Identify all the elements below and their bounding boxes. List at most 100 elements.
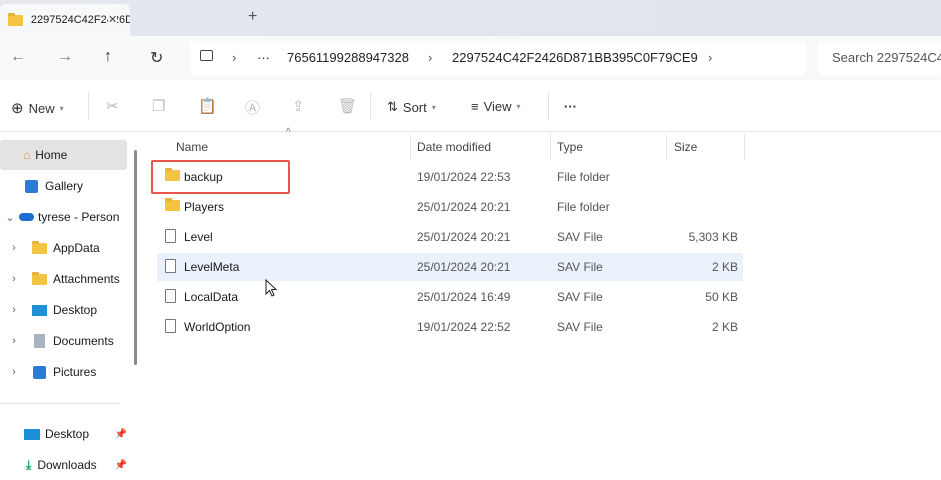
sidebar-scrollbar[interactable]	[134, 150, 137, 365]
back-button[interactable]: ←	[10, 48, 26, 66]
column-header-type[interactable]: Type	[557, 140, 583, 154]
paste-icon[interactable]: 📋	[198, 97, 217, 115]
new-tab-button[interactable]: +	[248, 8, 257, 26]
file-date: 25/01/2024 20:21	[417, 230, 511, 244]
refresh-button[interactable]: ↻	[150, 48, 163, 68]
sidebar-item-label: AppData	[53, 241, 100, 255]
sidebar-item-desktop-pinned[interactable]: Desktop 📌	[0, 419, 127, 449]
onedrive-icon	[19, 213, 34, 221]
copy-icon[interactable]: ❐	[152, 97, 165, 115]
folder-icon	[32, 240, 47, 254]
file-row[interactable]: Level 25/01/2024 20:21 SAV File 5,303 KB	[157, 223, 743, 251]
sidebar-item-label: Attachments	[53, 272, 120, 286]
pin-icon[interactable]: 📌	[115, 429, 127, 440]
file-type: SAV File	[557, 320, 603, 334]
file-row[interactable]: Players 25/01/2024 20:21 File folder	[157, 193, 743, 221]
sidebar-item-label: Home	[35, 148, 68, 162]
delete-icon[interactable]: 🗑	[338, 97, 357, 115]
pin-icon[interactable]: 📌	[115, 460, 127, 471]
folder-icon	[32, 271, 47, 285]
tab-bar	[0, 0, 941, 36]
sidebar-item-label: Documents	[53, 334, 114, 348]
close-tab-icon[interactable]: ✕	[108, 13, 118, 26]
more-options-button[interactable]: ···	[564, 99, 577, 114]
file-type: File folder	[557, 170, 610, 184]
sidebar-item-label: Downloads	[37, 458, 97, 472]
mouse-cursor-icon	[265, 279, 278, 297]
divider	[0, 403, 120, 404]
file-size: 2 KB	[711, 260, 738, 274]
sidebar-item-documents[interactable]: › Documents	[0, 326, 127, 356]
new-label: New	[28, 100, 55, 116]
divider	[370, 92, 371, 120]
file-name: Players	[184, 200, 225, 214]
divider	[88, 92, 89, 120]
breadcrumb-item[interactable]: 76561199288947328	[287, 50, 409, 65]
file-date: 25/01/2024 20:21	[417, 260, 511, 274]
file-row[interactable]: LocalData 25/01/2024 16:49 SAV File 50 K…	[157, 283, 743, 311]
chevron-right-icon[interactable]: ›	[7, 273, 21, 285]
share-icon[interactable]: ⇪	[292, 97, 305, 115]
chevron-right-icon[interactable]: ›	[7, 304, 21, 316]
downloads-icon: ⤓	[26, 457, 32, 472]
sidebar-item-home[interactable]: ⌂ Home	[0, 140, 127, 170]
plus-circle-icon: ⊕	[11, 100, 24, 117]
chevron-right-icon[interactable]: ›	[7, 366, 21, 378]
sidebar-item-appdata[interactable]: › AppData	[0, 233, 127, 263]
file-name: Level	[184, 230, 213, 244]
sidebar-item-onedrive[interactable]: ⌄ tyrese - Personal	[0, 202, 123, 232]
navigation-pane: ⌂ Home Gallery ⌄ tyrese - Personal › AppDat…	[0, 133, 138, 476]
chevron-right-icon: ›	[232, 50, 237, 65]
up-button[interactable]: ↑	[104, 48, 112, 66]
file-date: 19/01/2024 22:53	[417, 170, 511, 184]
breadcrumb-overflow[interactable]: ···	[257, 50, 270, 65]
divider	[410, 134, 411, 160]
column-header-size[interactable]: Size	[674, 140, 697, 154]
rename-icon[interactable]: Ⓐ	[245, 97, 260, 118]
highlight-annotation-box	[151, 160, 290, 194]
column-header-name[interactable]: Name	[176, 140, 208, 154]
file-name: WorldOption	[184, 320, 251, 334]
cut-icon[interactable]: ✂	[106, 97, 119, 115]
sidebar-item-attachments[interactable]: › Attachments	[0, 264, 127, 294]
column-header-date[interactable]: Date modified	[417, 140, 491, 154]
chevron-down-icon: ▾	[431, 102, 436, 112]
file-size: 2 KB	[711, 320, 738, 334]
chevron-right-icon[interactable]: ›	[7, 335, 21, 347]
new-button[interactable]: ⊕ New ▾	[11, 99, 64, 117]
sidebar-item-desktop[interactable]: › Desktop	[0, 295, 127, 325]
file-icon	[165, 258, 176, 276]
folder-icon	[165, 198, 180, 214]
divider	[548, 92, 549, 120]
sidebar-item-label: Desktop	[53, 303, 98, 317]
chevron-right-icon[interactable]: ›	[708, 50, 712, 65]
pictures-icon	[33, 365, 46, 379]
chevron-down-icon[interactable]: ⌄	[3, 211, 17, 224]
this-pc-icon	[200, 50, 213, 61]
file-icon	[165, 288, 176, 306]
sidebar-item-pictures[interactable]: › Pictures	[0, 357, 127, 387]
file-row[interactable]: WorldOption 19/01/2024 22:52 SAV File 2 …	[157, 313, 743, 341]
file-icon	[165, 318, 176, 336]
sort-button[interactable]: ⇅ Sort ▾	[387, 99, 436, 115]
search-input[interactable]: Search 2297524C42F2426D871BB395C0F79CE9	[818, 41, 941, 75]
sidebar-item-label: tyrese - Personal	[38, 210, 120, 224]
chevron-right-icon[interactable]: ›	[7, 242, 21, 254]
folder-icon	[8, 12, 23, 26]
forward-button[interactable]: →	[57, 48, 73, 66]
breadcrumb-item[interactable]: 2297524C42F2426D871BB395C0F79CE9	[452, 50, 698, 65]
chevron-down-icon: ▾	[516, 102, 521, 111]
sidebar-item-gallery[interactable]: Gallery	[0, 171, 127, 201]
view-button[interactable]: ≡ View ▾	[471, 99, 521, 114]
documents-icon	[34, 334, 45, 348]
file-name: LocalData	[184, 290, 239, 304]
file-type: SAV File	[557, 230, 603, 244]
view-icon: ≡	[471, 99, 479, 114]
file-date: 19/01/2024 22:52	[417, 320, 511, 334]
file-row[interactable]: LevelMeta 25/01/2024 20:21 SAV File 2 KB	[157, 253, 743, 281]
file-size: 50 KB	[705, 290, 738, 304]
divider	[550, 134, 551, 160]
sidebar-item-label: Pictures	[53, 365, 97, 379]
sidebar-item-label: Gallery	[45, 179, 84, 193]
file-date: 25/01/2024 20:21	[417, 200, 511, 214]
